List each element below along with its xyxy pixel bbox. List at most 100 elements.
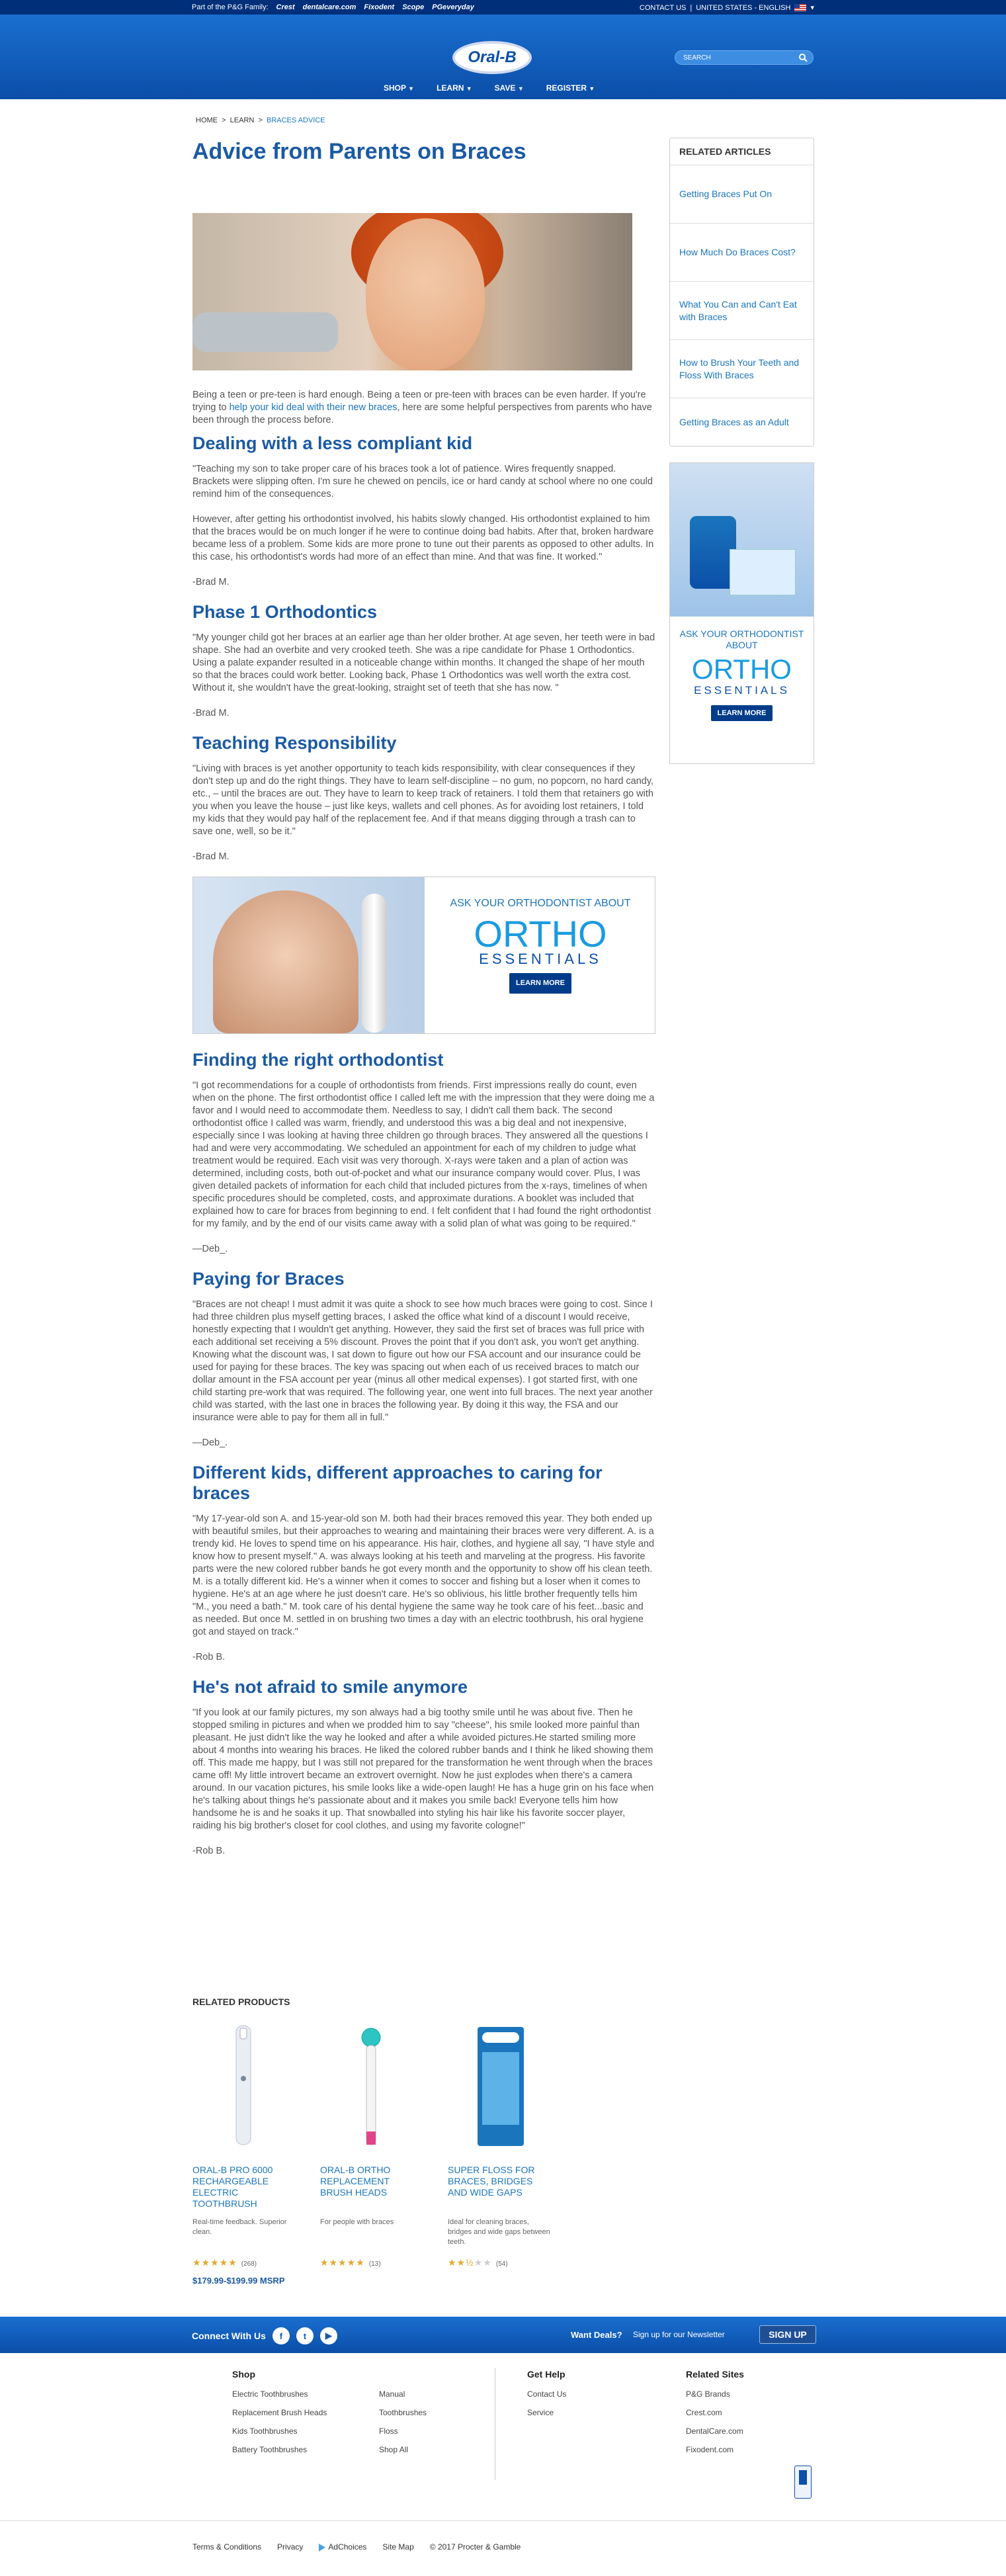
article-content: Being a teen or pre-teen is hard enough.… bbox=[192, 389, 655, 1871]
smiling-girl-image bbox=[213, 890, 358, 1033]
section-paragraph: "My younger child got her braces at an e… bbox=[192, 632, 655, 693]
review-count[interactable]: (13) bbox=[369, 2260, 381, 2268]
brand-link-pgeveryday[interactable]: PGeveryday bbox=[432, 3, 474, 11]
locale-selector[interactable]: UNITED STATES - ENGLISH bbox=[696, 4, 790, 12]
product-description: For people with braces bbox=[320, 2218, 394, 2226]
search-input[interactable]: SEARCH bbox=[675, 50, 814, 65]
related-article-link[interactable]: Getting Braces Put On bbox=[670, 165, 814, 224]
search-icon[interactable] bbox=[798, 53, 808, 62]
footer-link[interactable]: Replacement Brush Heads bbox=[232, 2403, 327, 2422]
main-nav: SHOP ▼ LEARN ▼ SAVE ▼ REGISTER ▼ bbox=[384, 83, 595, 93]
related-article-link[interactable]: Getting Braces as an Adult bbox=[670, 398, 814, 446]
footer-link[interactable]: Kids Toothbrushes bbox=[232, 2422, 327, 2440]
footer-link[interactable]: Toothbrushes bbox=[379, 2403, 427, 2422]
footer-link[interactable]: Shop All bbox=[379, 2440, 427, 2459]
separator: | bbox=[690, 3, 692, 12]
section-paragraph: "Living with braces is yet another oppor… bbox=[192, 763, 654, 837]
ad-essentials-text: ESSENTIALS bbox=[479, 951, 602, 967]
hero-image-girl-with-braces bbox=[192, 213, 632, 370]
nav-save[interactable]: SAVE ▼ bbox=[495, 83, 524, 93]
facebook-icon[interactable]: f bbox=[272, 2327, 290, 2344]
related-article-link[interactable]: How Much Do Braces Cost? bbox=[670, 224, 814, 282]
section-paragraph: "Teaching my son to take proper care of … bbox=[192, 464, 653, 499]
footer-help-title: Get Help bbox=[527, 2369, 566, 2380]
nav-label: LEARN bbox=[437, 83, 464, 93]
floss-box-icon bbox=[478, 2027, 524, 2146]
footer-bottom-bar: Terms & Conditions Privacy AdChoices Sit… bbox=[0, 2520, 1006, 2576]
footer-link[interactable]: Electric Toothbrushes bbox=[232, 2385, 327, 2403]
bbb-accredited-icon[interactable] bbox=[794, 2466, 812, 2499]
brand-link-crest[interactable]: Crest bbox=[276, 3, 295, 11]
want-deals-text: Want Deals? bbox=[571, 2330, 622, 2340]
related-article-link[interactable]: What You Can and Can't Eat with Braces bbox=[670, 282, 814, 340]
intro-link[interactable]: help your kid deal with their new braces bbox=[230, 402, 398, 413]
footer-link[interactable]: Crest.com bbox=[686, 2403, 744, 2422]
adchoices-icon bbox=[319, 2543, 326, 2552]
related-articles: RELATED ARTICLES Getting Braces Put On H… bbox=[669, 138, 814, 447]
review-count[interactable]: (54) bbox=[496, 2260, 508, 2268]
product-image-electric-toothbrush[interactable] bbox=[192, 2019, 295, 2151]
sitemap-link[interactable]: Site Map bbox=[382, 2542, 413, 2552]
privacy-link[interactable]: Privacy bbox=[277, 2542, 303, 2552]
nav-shop[interactable]: SHOP ▼ bbox=[384, 83, 414, 93]
product-name[interactable]: ORAL-B ORTHO REPLACEMENT BRUSH HEADS bbox=[320, 2165, 423, 2211]
star-rating-icon: ★★★★★ bbox=[320, 2257, 365, 2268]
section-signature: —Deb_. bbox=[192, 1438, 228, 1448]
related-article-link[interactable]: How to Brush Your Teeth and Floss With B… bbox=[670, 340, 814, 398]
brand-link-fixodent[interactable]: Fixodent bbox=[364, 3, 394, 11]
brand-link-scope[interactable]: Scope bbox=[402, 3, 424, 11]
footer-link[interactable]: Manual bbox=[379, 2385, 427, 2403]
chevron-down-icon: ▼ bbox=[466, 85, 472, 92]
us-flag-icon bbox=[794, 4, 807, 11]
product-name[interactable]: ORAL-B PRO 6000 RECHARGEABLE ELECTRIC TO… bbox=[192, 2165, 295, 2211]
connect-bar: Connect With Us f t ▶ Want Deals? Sign u… bbox=[0, 2317, 1006, 2353]
review-count[interactable]: (268) bbox=[241, 2260, 257, 2268]
family-label: Part of the P&G Family: bbox=[192, 3, 269, 11]
nav-learn[interactable]: LEARN ▼ bbox=[437, 83, 472, 93]
section-heading: Finding the right orthodontist bbox=[192, 1050, 444, 1070]
footer-link[interactable]: DentalCare.com bbox=[686, 2422, 744, 2440]
legal-links: Terms & Conditions Privacy AdChoices Sit… bbox=[192, 2542, 521, 2552]
social-links: Connect With Us f t ▶ bbox=[192, 2327, 337, 2344]
breadcrumb-current: BRACES ADVICE bbox=[267, 116, 325, 124]
footer-link[interactable]: Fixodent.com bbox=[686, 2440, 744, 2459]
sign-up-button[interactable]: SIGN UP bbox=[759, 2325, 816, 2344]
footer-link[interactable]: Service bbox=[527, 2403, 566, 2422]
footer-sites-title: Related Sites bbox=[686, 2369, 744, 2380]
youtube-icon[interactable]: ▶ bbox=[319, 2327, 337, 2344]
nav-label: SHOP bbox=[384, 83, 406, 93]
adchoices-link[interactable]: AdChoices bbox=[319, 2542, 366, 2552]
product-box-image bbox=[730, 549, 796, 595]
star-rating-icon: ★★½★★ bbox=[448, 2257, 492, 2268]
terms-link[interactable]: Terms & Conditions bbox=[192, 2542, 261, 2552]
nav-register[interactable]: REGISTER ▼ bbox=[546, 83, 595, 93]
footer-link[interactable]: Contact Us bbox=[527, 2385, 566, 2403]
product-card[interactable]: SUPER FLOSS FOR BRACES, BRIDGES AND WIDE… bbox=[448, 2019, 550, 2286]
footer-link[interactable]: Floss bbox=[379, 2422, 427, 2440]
chevron-down-icon: ▼ bbox=[589, 85, 595, 92]
product-image-super-floss[interactable] bbox=[448, 2019, 550, 2151]
breadcrumb-learn[interactable]: LEARN bbox=[230, 116, 255, 124]
section-heading: Paying for Braces bbox=[192, 1269, 345, 1289]
product-image-ortho-brush-head[interactable] bbox=[320, 2019, 423, 2151]
section-heading: Phase 1 Orthodontics bbox=[192, 602, 378, 622]
footer-link[interactable]: P&G Brands bbox=[686, 2385, 744, 2403]
section-paragraph: "If you look at our family pictures, my … bbox=[192, 1707, 654, 1831]
nav-label: REGISTER bbox=[546, 83, 587, 93]
learn-more-button[interactable]: LEARN MORE bbox=[509, 973, 571, 994]
product-name[interactable]: SUPER FLOSS FOR BRACES, BRIDGES AND WIDE… bbox=[448, 2165, 550, 2211]
product-rating: ★★★★★ (268) bbox=[192, 2257, 295, 2269]
contact-us-link[interactable]: CONTACT US bbox=[640, 4, 687, 12]
breadcrumb-home[interactable]: HOME bbox=[196, 116, 218, 124]
twitter-icon[interactable]: t bbox=[296, 2327, 314, 2344]
brand-link-dentalcare[interactable]: dentalcare.com bbox=[303, 3, 356, 11]
ortho-essentials-ad-banner[interactable]: ASK YOUR ORTHODONTIST ABOUT ORTHO ESSENT… bbox=[192, 877, 655, 1034]
footer-help-column: Get Help Contact Us Service bbox=[527, 2368, 566, 2422]
sidebar-learn-more-button[interactable]: LEARN MORE bbox=[710, 705, 773, 721]
sidebar-ortho-ad[interactable]: ASK YOUR ORTHODONTIST ABOUT ORTHO ESSENT… bbox=[669, 462, 814, 764]
newsletter-text: Sign up for our Newsletter bbox=[633, 2330, 725, 2339]
product-card[interactable]: ORAL-B PRO 6000 RECHARGEABLE ELECTRIC TO… bbox=[192, 2019, 295, 2286]
footer-link[interactable]: Battery Toothbrushes bbox=[232, 2440, 327, 2459]
product-card[interactable]: ORAL-B ORTHO REPLACEMENT BRUSH HEADS For… bbox=[320, 2019, 423, 2286]
oral-b-logo[interactable]: Oral-B bbox=[452, 41, 532, 74]
